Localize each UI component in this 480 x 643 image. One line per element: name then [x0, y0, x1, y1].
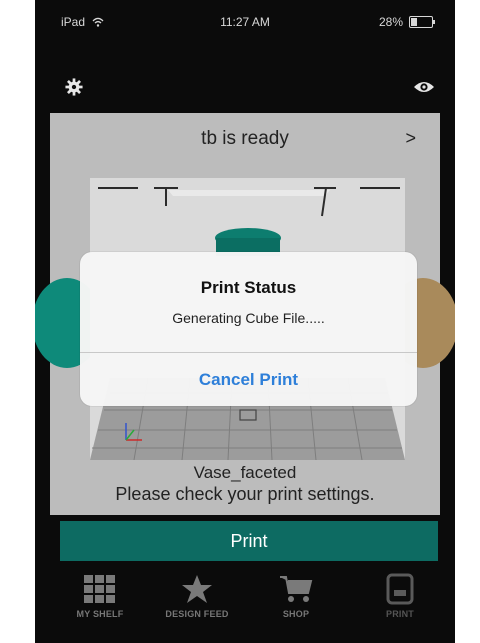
tab-label: PRINT [386, 609, 414, 619]
tab-shop[interactable]: SHOP [251, 573, 341, 619]
tab-label: SHOP [282, 609, 310, 619]
tab-label: DESIGN FEED [165, 609, 229, 619]
grid-icon [84, 575, 115, 603]
chevron-right-icon[interactable]: > [405, 128, 416, 149]
battery-fill [411, 18, 418, 26]
settings-warning: Please check your print settings. [115, 484, 375, 504]
eye-icon[interactable] [413, 80, 435, 94]
printer-status[interactable]: tb is ready [50, 128, 440, 150]
print-button[interactable]: Print [60, 521, 438, 561]
star-icon [182, 575, 212, 603]
gear-icon[interactable] [65, 78, 83, 96]
dialog-title: Print Status [200, 278, 297, 297]
print-status-dialog: Print Status Generating Cube File..... C… [80, 252, 417, 406]
tab-bar: MY SHELF DESIGN FEED SHOP PRINT [35, 573, 455, 643]
tab-design-feed[interactable]: DESIGN FEED [152, 573, 242, 619]
tab-my-shelf[interactable]: MY SHELF [55, 573, 145, 619]
tab-label: MY SHELF [76, 609, 124, 619]
cancel-print-button[interactable]: Cancel Print [80, 353, 417, 406]
printer-icon [386, 573, 414, 605]
cart-icon [280, 576, 313, 602]
battery-percent: 28% [378, 15, 403, 29]
status-bar: iPad 11:27 AM 28% [35, 0, 455, 40]
battery-area: 28% [378, 15, 435, 29]
dialog-message: Generating Cube File..... [172, 310, 325, 326]
tab-print[interactable]: PRINT [355, 573, 445, 619]
battery-icon [409, 16, 435, 28]
model-name: Vase_faceted [193, 463, 297, 482]
